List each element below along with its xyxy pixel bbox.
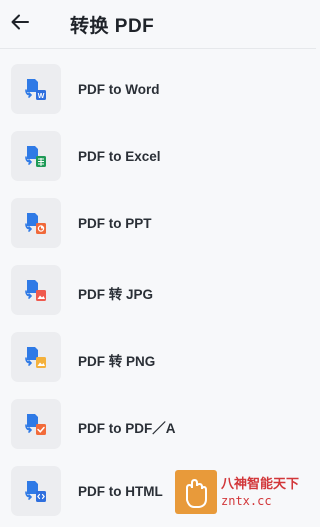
icon-tile xyxy=(11,399,61,449)
pdf-to-ppt-icon xyxy=(25,213,46,234)
list-item-pdf-to-word[interactable]: W PDF to Word xyxy=(0,58,316,125)
watermark-logo xyxy=(175,470,217,514)
pdf-to-jpg-icon xyxy=(25,280,46,301)
pdf-to-word-icon: W xyxy=(25,79,46,100)
list-item-pdf-to-jpg[interactable]: PDF 转 JPG xyxy=(0,259,316,326)
item-label: PDF to Word xyxy=(78,82,160,97)
pdf-to-html-icon xyxy=(25,481,46,502)
watermark-title: 八神智能天下 xyxy=(221,476,300,491)
watermark: 八神智能天下 zntx.cc xyxy=(175,470,316,514)
list-item-pdf-to-excel[interactable]: PDF to Excel xyxy=(0,125,316,192)
watermark-url: zntx.cc xyxy=(221,494,272,508)
pdf-to-png-icon xyxy=(25,347,46,368)
item-label: PDF 转 PNG xyxy=(78,354,156,369)
list-item-pdf-to-pdfa[interactable]: PDF to PDF／A xyxy=(0,393,316,460)
icon-tile xyxy=(11,265,61,315)
list-item-pdf-to-ppt[interactable]: PDF to PPT xyxy=(0,192,316,259)
top-app-bar: 转换 PDF xyxy=(0,0,316,49)
icon-tile xyxy=(11,198,61,248)
back-button[interactable] xyxy=(6,8,34,36)
arrow-left-icon xyxy=(11,14,29,30)
item-label: PDF to Excel xyxy=(78,149,161,164)
icon-tile: W xyxy=(11,64,61,114)
pdf-to-pdfa-icon xyxy=(25,414,46,435)
item-label: PDF to PDF／A xyxy=(78,421,176,436)
list-item-pdf-to-png[interactable]: PDF 转 PNG xyxy=(0,326,316,393)
item-label: PDF to PPT xyxy=(78,216,152,231)
word-badge-letter: W xyxy=(38,93,45,100)
icon-tile xyxy=(11,332,61,382)
icon-tile xyxy=(11,131,61,181)
item-label: PDF 转 JPG xyxy=(78,287,154,302)
conversion-list: W PDF to Word PDF to Excel PDF to PPT PD… xyxy=(0,58,316,527)
item-label: PDF to HTML xyxy=(78,484,163,499)
pdf-to-excel-icon xyxy=(25,146,46,167)
page-title: 转换 PDF xyxy=(70,16,155,37)
hand-icon xyxy=(186,478,207,508)
icon-tile xyxy=(11,466,61,516)
